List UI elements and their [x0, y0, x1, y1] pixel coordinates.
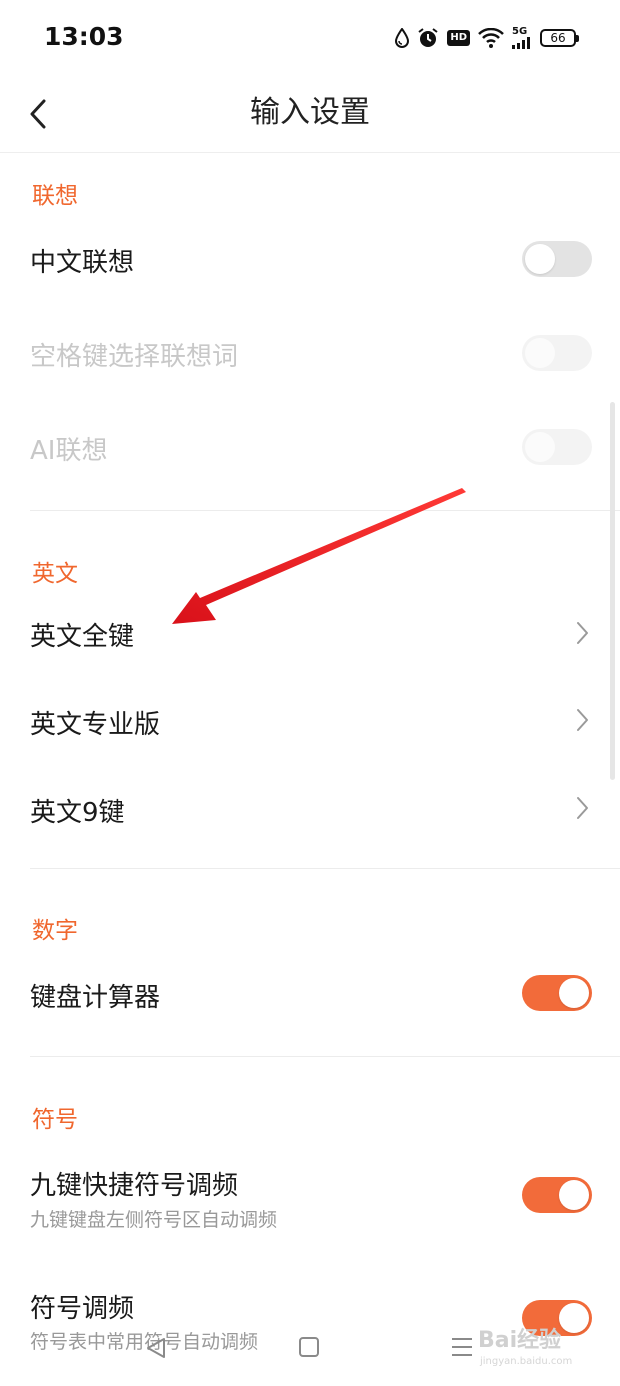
keyboard-calculator-toggle[interactable] [522, 975, 592, 1011]
watermark-sub: jingyan.baidu.com [480, 1356, 573, 1367]
toggle-knob [525, 244, 555, 274]
space-select-association-toggle [522, 335, 592, 371]
chevron-right-icon [577, 797, 588, 819]
row-label: 英文专业版 [30, 710, 161, 740]
battery-level: 66 [550, 31, 566, 45]
network-label: 5G [512, 26, 528, 37]
section-divider [30, 868, 620, 869]
hd-icon: HD [447, 30, 470, 46]
row-label: AI联想 [30, 436, 108, 466]
drop-icon [395, 28, 410, 48]
battery-icon: 66 [540, 29, 579, 47]
toggle-knob [559, 978, 589, 1008]
section-title-association: 联想 [32, 183, 78, 209]
wifi-icon [478, 28, 504, 48]
watermark-text: Bai经验 [478, 1328, 562, 1353]
row-label: 英文全键 [30, 622, 135, 652]
chinese-association-toggle[interactable] [522, 241, 592, 277]
ai-association-toggle [522, 429, 592, 465]
section-divider [30, 1056, 620, 1057]
row-label: 九键快捷符号调频 [30, 1171, 239, 1201]
scrollbar-thumb[interactable] [610, 402, 615, 780]
row-label: 中文联想 [30, 248, 135, 278]
toggle-knob [525, 338, 555, 368]
chevron-right-icon [577, 622, 588, 644]
section-title-number: 数字 [32, 918, 78, 944]
header: 输入设置 [0, 76, 620, 153]
toggle-knob [559, 1180, 589, 1210]
row-description: 九键键盘左侧符号区自动调频 [30, 1209, 278, 1231]
menu-lines-icon[interactable] [450, 1336, 474, 1358]
chevron-right-icon [577, 709, 588, 731]
alarm-icon [418, 28, 438, 47]
section-title-english: 英文 [32, 561, 78, 587]
section-divider [30, 510, 620, 511]
status-icons: HD 5G 66 [395, 24, 579, 52]
status-bar: 13:03 HD 5G 66 [0, 0, 620, 76]
section-title-symbol: 符号 [32, 1107, 78, 1133]
toggle-knob [525, 432, 555, 462]
back-triangle-icon[interactable] [144, 1336, 168, 1360]
9key-symbol-frequency-toggle[interactable] [522, 1177, 592, 1213]
home-square-icon[interactable] [298, 1336, 320, 1358]
page-title: 输入设置 [250, 95, 370, 130]
status-time: 13:03 [44, 22, 124, 51]
row-label: 英文9键 [30, 798, 125, 828]
row-label: 空格键选择联想词 [30, 342, 239, 372]
row-label: 键盘计算器 [30, 983, 161, 1013]
arrow-shape [172, 488, 466, 624]
signal-5g-icon: 5G [512, 27, 532, 49]
